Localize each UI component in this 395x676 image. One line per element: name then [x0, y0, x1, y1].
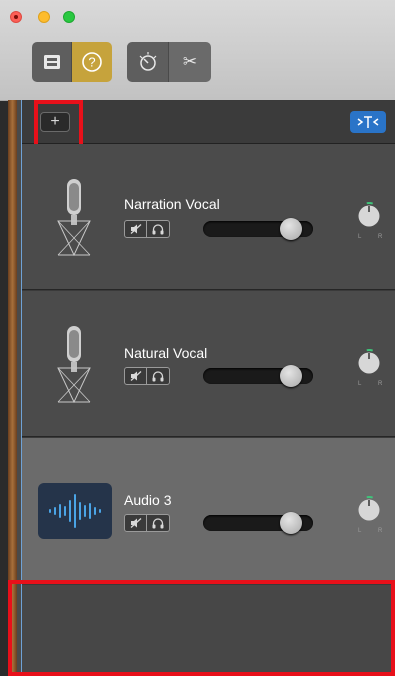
library-button[interactable]	[32, 42, 72, 82]
track-buttons	[124, 514, 172, 532]
editors-button[interactable]: ✂	[169, 42, 211, 82]
waveform-icon	[38, 483, 112, 539]
track-filter-button[interactable]	[350, 111, 386, 133]
edit-toggle-group: ✂	[127, 42, 211, 82]
track-row-audio-3[interactable]: Audio 3 L R	[22, 438, 395, 584]
pan-left-label: L	[358, 381, 362, 387]
volume-slider[interactable]	[203, 512, 313, 534]
volume-slider[interactable]	[203, 365, 313, 387]
close-window-button[interactable]	[10, 11, 22, 23]
volume-slider-knob[interactable]	[280, 512, 302, 534]
zoom-window-button[interactable]	[63, 11, 75, 23]
solo-headphones-button[interactable]	[147, 367, 170, 385]
pan-right-label: R	[378, 234, 383, 240]
smart-controls-icon	[139, 52, 156, 71]
mute-icon	[130, 371, 141, 381]
pan-knob[interactable]	[354, 348, 384, 378]
solo-headphones-button[interactable]	[147, 514, 170, 532]
view-toggle-group: ?	[32, 42, 112, 82]
pan-left-label: L	[358, 528, 362, 534]
volume-slider-knob[interactable]	[280, 365, 302, 387]
help-button[interactable]: ?	[72, 42, 112, 82]
headphones-icon	[152, 223, 164, 234]
empty-track-area-highlight	[8, 580, 395, 676]
track-name: Natural Vocal	[124, 345, 208, 361]
track-name: Narration Vocal	[124, 196, 220, 212]
headphones-icon	[152, 370, 164, 381]
minimize-window-button[interactable]	[38, 11, 50, 23]
volume-slider[interactable]	[203, 218, 313, 240]
pan-knob[interactable]	[354, 495, 384, 525]
volume-slider-knob[interactable]	[280, 218, 302, 240]
title-bar: ? ✂	[0, 0, 395, 101]
track-row-natural-vocal[interactable]: Natural Vocal L R	[22, 291, 395, 437]
help-icon: ?	[82, 52, 102, 72]
pan-left-label: L	[358, 234, 362, 240]
solo-headphones-button[interactable]	[147, 220, 170, 238]
mute-button[interactable]	[124, 514, 147, 532]
library-icon	[43, 55, 60, 69]
pan-right-label: R	[378, 381, 383, 387]
track-name: Audio 3	[124, 492, 172, 508]
mute-icon	[130, 224, 141, 234]
mute-button[interactable]	[124, 367, 147, 385]
track-filter-icon	[357, 116, 379, 128]
headphones-icon	[152, 517, 164, 528]
smart-controls-button[interactable]	[127, 42, 169, 82]
track-buttons	[124, 220, 172, 238]
pan-knob[interactable]	[354, 201, 384, 231]
mute-icon	[130, 518, 141, 528]
mute-button[interactable]	[124, 220, 147, 238]
svg-text:?: ?	[88, 55, 95, 70]
microphone-icon	[57, 179, 91, 257]
microphone-icon	[57, 326, 91, 404]
scissors-icon: ✂	[182, 52, 198, 72]
pan-right-label: R	[378, 528, 383, 534]
track-row-narration-vocal[interactable]: Narration Vocal L R	[22, 144, 395, 290]
track-buttons	[124, 367, 172, 385]
